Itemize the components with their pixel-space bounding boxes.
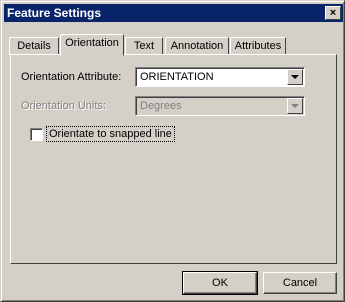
tab-annotation[interactable]: Annotation (165, 37, 229, 55)
tab-details[interactable]: Details (9, 37, 59, 55)
tab-orientation[interactable]: Orientation (60, 34, 124, 56)
title-bar[interactable]: Feature Settings × (4, 4, 343, 22)
orientation-attribute-label: Orientation Attribute: (21, 71, 122, 83)
ok-button[interactable]: OK (182, 271, 258, 295)
orientation-units-value: Degrees (140, 100, 182, 112)
tab-text[interactable]: Text (125, 37, 163, 55)
tab-attributes[interactable]: Attributes (230, 37, 286, 55)
close-icon: × (329, 7, 337, 19)
feature-settings-dialog: Feature Settings × Details Orientation T… (0, 0, 345, 302)
cancel-button[interactable]: Cancel (263, 272, 337, 294)
dialog-title: Feature Settings (7, 6, 102, 20)
chevron-down-icon[interactable] (287, 69, 303, 85)
close-button[interactable]: × (325, 6, 341, 20)
orientation-units-select[interactable]: Degrees (135, 96, 305, 116)
chevron-down-icon[interactable] (287, 98, 303, 114)
orientation-tab-panel: Orientation Attribute: ORIENTATION Orien… (10, 54, 337, 264)
orientation-attribute-value: ORIENTATION (140, 71, 214, 83)
snap-orientation-label[interactable]: Orientate to snapped line (46, 126, 175, 142)
orientation-attribute-select[interactable]: ORIENTATION (135, 67, 305, 87)
orientation-units-label: Orientation Units: (21, 100, 106, 112)
snap-orientation-checkbox[interactable] (30, 128, 43, 141)
